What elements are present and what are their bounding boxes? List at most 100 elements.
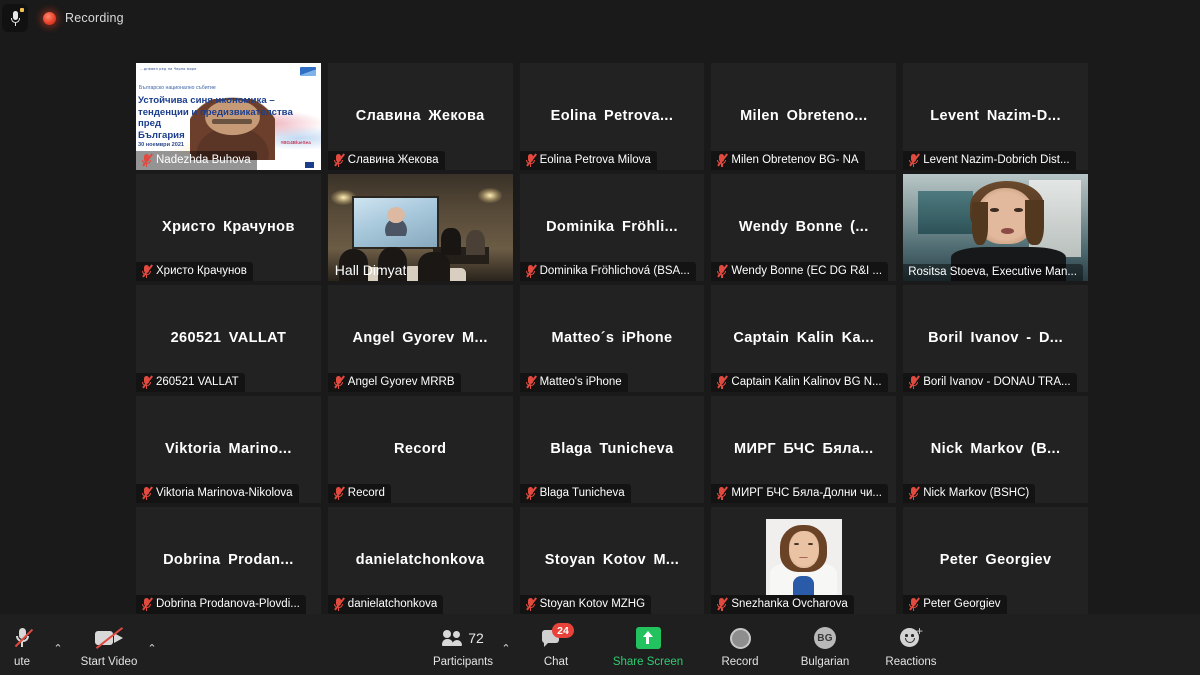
slide-hashtag: #BG4BlueSea — [280, 140, 311, 145]
interpretation-button[interactable]: BG Bulgarian — [782, 618, 868, 675]
participant-name-bar: Peter Georgiev — [903, 595, 1007, 614]
participant-name-bar: Blaga Tunicheva — [519, 484, 631, 503]
participant-tile[interactable]: Dobrina Prodan... Dobrina Prodanova-Plovd… — [136, 507, 321, 614]
mic-status-chip[interactable] — [2, 4, 28, 32]
participant-tile[interactable]: Matteo´s iPhone Matteo's iPhone — [519, 285, 705, 392]
participant-display-name: Milen Obreteno... — [740, 107, 868, 124]
mic-muted-icon — [141, 597, 153, 611]
recording-bar: Recording — [0, 0, 124, 36]
participant-name-label: Христо Крачунов — [156, 265, 247, 277]
participant-name-label: Boril Ivanov - DONAU TRA... — [923, 376, 1071, 388]
start-video-label: Start Video — [80, 656, 138, 668]
recording-dot-icon[interactable] — [43, 11, 56, 25]
participant-name-label: danielatchonkova — [347, 598, 438, 610]
participant-tile[interactable]: Captain Kalin Ka... Captain Kalin Kalinov… — [711, 285, 897, 392]
participant-tile[interactable]: Peter Georgiev Peter Georgiev — [903, 507, 1088, 614]
participants-icon: 72 — [442, 626, 484, 650]
mic-muted-icon — [908, 597, 921, 611]
participant-display-name: Peter Georgiev — [939, 551, 1052, 568]
participant-name-label: МИРГ БЧС Бяла-Долни чи... — [731, 487, 882, 499]
mic-muted-icon — [525, 264, 537, 278]
participant-name-bar: danielatchonkova — [327, 595, 444, 614]
participant-tile[interactable]: Славина Жекова Славина Жекова — [327, 63, 513, 170]
participant-name-label: Stoyan Kotov MZHG — [539, 598, 646, 610]
participant-tile[interactable]: Wendy Bonne (... Wendy Bonne (EC DG R&I .… — [711, 174, 897, 281]
mic-muted-icon — [716, 597, 729, 611]
participant-display-name: Blaga Tunicheva — [550, 440, 674, 457]
participant-tile[interactable]: Dominika Fröhli... Dominika Fröhlichová (… — [519, 174, 705, 281]
participant-name-bar: МИРГ БЧС Бяла-Долни чи... — [711, 484, 888, 503]
language-code: BG — [814, 627, 836, 649]
participant-name-bar: Dobrina Prodanova-Plovdi... — [136, 595, 306, 614]
slide-header: ...дневен ред на Черно море — [140, 67, 197, 71]
participant-name-bar: Wendy Bonne (EC DG R&I ... — [711, 262, 889, 281]
participant-display-name: Boril Ivanov - D... — [928, 329, 1064, 346]
participant-tile[interactable]: Nick Markov (B... Nick Markov (BSHC) — [903, 396, 1088, 503]
mic-muted-icon — [908, 153, 921, 167]
mic-muted-icon — [716, 153, 729, 167]
participant-name-label: Peter Georgiev — [923, 598, 1001, 610]
participant-name-bar: Record — [327, 484, 391, 503]
participant-name-label: Captain Kalin Kalinov BG N... — [731, 376, 882, 388]
participant-display-name: danielatchonkova — [355, 551, 485, 568]
participant-tile[interactable]: 260521 VALLAT 260521 VALLAT — [136, 285, 321, 392]
mic-muted-icon — [333, 375, 345, 389]
participant-tile[interactable]: danielatchonkova danielatchonkova — [327, 507, 513, 614]
participant-display-name: Eolina Petrova... — [550, 107, 674, 124]
mic-muted-icon — [716, 264, 729, 278]
participant-name-bar: Славина Жекова — [327, 151, 445, 170]
chat-unread-badge: 24 — [552, 623, 574, 638]
participant-display-name: Captain Kalin Ka... — [733, 329, 875, 346]
participant-tile[interactable]: Viktoria Marino... Viktoria Marinova-Niko… — [136, 396, 321, 503]
chat-button[interactable]: 24 Chat — [514, 618, 598, 675]
participant-tile[interactable]: Boril Ivanov - D... Boril Ivanov - DONAU … — [903, 285, 1088, 392]
participants-count: 72 — [468, 630, 484, 646]
mic-muted-icon — [141, 264, 153, 278]
participant-tile[interactable]: Record Record — [327, 396, 513, 503]
start-video-button[interactable]: Start Video — [66, 618, 152, 675]
participant-name-bar: Boril Ivanov - DONAU TRA... — [903, 373, 1077, 392]
participant-tile[interactable]: Христо Крачунов Христо Крачунов — [136, 174, 321, 281]
reactions-smiley-icon: + — [899, 625, 923, 650]
participant-tile[interactable]: Milen Obreteno... Milen Obretenov BG- NA — [711, 63, 897, 170]
record-circle-icon — [729, 626, 751, 650]
participant-display-name: Nick Markov (B... — [930, 440, 1061, 457]
participant-name-bar: Angel Gyorev MRRB — [327, 373, 461, 392]
participant-name-label: Levent Nazim-Dobrich Dist... — [923, 154, 1070, 166]
participant-tile[interactable]: ...дневен ред на Черно море Българско нац… — [136, 63, 321, 170]
recording-label: Recording — [65, 11, 124, 25]
participant-name-label: 260521 VALLAT — [156, 376, 239, 388]
mic-muted-icon — [908, 486, 921, 500]
participant-tile[interactable]: Snezhanka Ovcharova — [711, 507, 897, 614]
participant-display-name: Viktoria Marino... — [165, 440, 292, 457]
participant-tile[interactable]: Stoyan Kotov M... Stoyan Kotov MZHG — [519, 507, 705, 614]
reactions-button[interactable]: + Reactions — [868, 618, 954, 675]
zoom-meeting-window: Recording ...дневен ред на Черно море Бъл… — [0, 0, 1200, 675]
participant-name-bar: Nick Markov (BSHC) — [903, 484, 1036, 503]
unmute-button[interactable]: ute — [0, 618, 58, 675]
participants-button[interactable]: 72 Participants — [420, 618, 506, 675]
participant-tile[interactable]: Blaga Tunicheva Blaga Tunicheva — [519, 396, 705, 503]
interpretation-label: Bulgarian — [800, 656, 850, 668]
participant-tile[interactable]: Hall Dimyat — [327, 174, 513, 281]
participant-display-name: Matteo´s iPhone — [551, 329, 673, 346]
mic-muted-icon — [141, 153, 153, 167]
participant-tile[interactable]: Eolina Petrova... Eolina Petrova Milova — [519, 63, 705, 170]
share-screen-button[interactable]: Share Screen — [598, 618, 698, 675]
participant-tile[interactable]: Angel Gyorev M... Angel Gyorev MRRB — [327, 285, 513, 392]
mic-muted-icon — [716, 486, 729, 500]
record-button[interactable]: Record — [698, 618, 782, 675]
participant-name-label: Nadezhda Buhova — [156, 154, 251, 166]
participant-name-label: Славина Жекова — [347, 154, 439, 166]
participant-tile[interactable]: Rositsa Stoeva, Executive Man... — [903, 174, 1088, 281]
meeting-toolbar: ute ⌃ Start Video ⌃ 72 Participants ⌃ 24… — [0, 614, 1200, 675]
participant-display-name: Христо Крачунов — [162, 218, 295, 235]
mic-muted-icon — [525, 153, 537, 167]
slide-subtitle: Българско национално събитие — [139, 85, 216, 91]
participant-tile[interactable]: МИРГ БЧС Бяла... МИРГ БЧС Бяла-Долни чи..… — [711, 396, 897, 503]
participant-name-label: Rositsa Stoeva, Executive Man... — [908, 266, 1077, 278]
mic-muted-icon — [333, 486, 345, 500]
participant-tile[interactable]: Levent Nazim-D... Levent Nazim-Dobrich Di… — [903, 63, 1088, 170]
mic-muted-icon — [333, 597, 345, 611]
share-screen-icon — [635, 626, 661, 650]
